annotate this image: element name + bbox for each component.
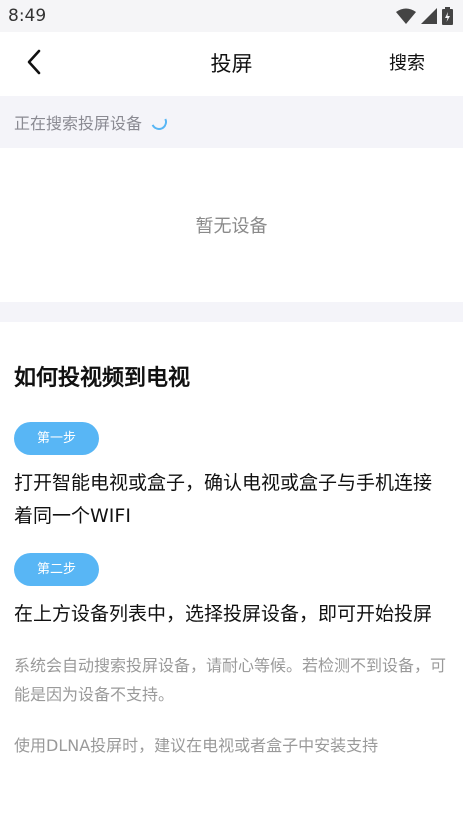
- search-button[interactable]: 搜索: [389, 32, 425, 96]
- guide-note: 系统会自动搜索投屏设备，请耐心等候。若检测不到设备，可能是因为设备不支持。: [14, 656, 447, 704]
- step1-badge: 第一步: [14, 422, 99, 455]
- guide-note-dlna: 使用DLNA投屏时，建议在电视或者盒子中安装支持: [14, 736, 379, 755]
- empty-device-text: 暂无设备: [195, 216, 268, 237]
- loading-spinner-icon: [148, 111, 170, 133]
- device-list: 暂无设备: [0, 148, 463, 302]
- app-bar: 投屏 搜索: [0, 32, 463, 96]
- chevron-left-icon: [26, 49, 42, 79]
- wifi-icon: [396, 8, 416, 24]
- status-icons: [396, 7, 453, 25]
- search-status-bar: 正在搜索投屏设备: [0, 96, 463, 148]
- status-time: 8:49: [8, 6, 47, 26]
- step2-badge: 第二步: [14, 553, 99, 586]
- step2-text: 在上方设备列表中，选择投屏设备，即可开始投屏: [14, 603, 433, 625]
- status-bar: 8:49: [0, 0, 463, 32]
- section-divider: [0, 302, 463, 322]
- step1-text: 打开智能电视或盒子，确认电视或盒子与手机连接着同一个WIFI: [14, 472, 433, 527]
- signal-icon: [421, 8, 437, 24]
- battery-icon: [442, 7, 453, 25]
- guide-title: 如何投视频到电视: [14, 366, 191, 391]
- search-status-text: 正在搜索投屏设备: [14, 114, 143, 133]
- cast-guide: 如何投视频到电视 第一步 打开智能电视或盒子，确认电视或盒子与手机连接着同一个W…: [0, 362, 463, 760]
- back-button[interactable]: [18, 48, 50, 80]
